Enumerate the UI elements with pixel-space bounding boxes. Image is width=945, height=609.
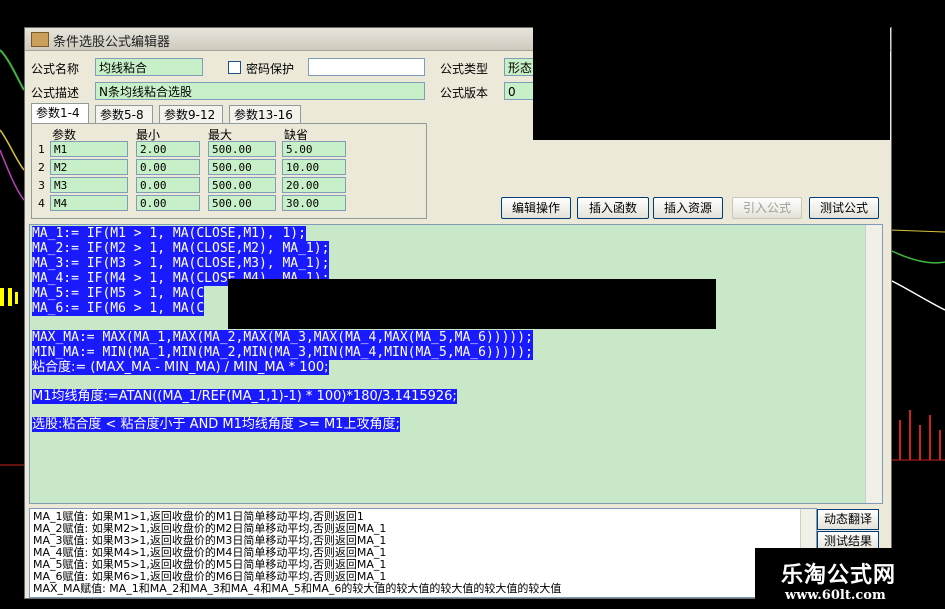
code-line: 粘合度:= (MAX_MA - MIN_MA) / MIN_MA * 100; xyxy=(32,360,329,375)
param-min-field[interactable]: 2.00 xyxy=(136,141,200,157)
code-line: MIN_MA:= MIN(MA_1,MIN(MA_2,MIN(MA_3,MIN(… xyxy=(32,345,533,360)
formula-type-label: 公式类型 xyxy=(440,62,489,76)
param-default-field[interactable]: 30.00 xyxy=(282,195,346,211)
tab-params-5-8[interactable]: 参数5-8 xyxy=(95,105,153,124)
tab-params-13-16[interactable]: 参数13-16 xyxy=(229,105,301,124)
formula-name-input[interactable]: 均线粘合 xyxy=(95,58,203,76)
insert-resource-button[interactable]: 插入资源 xyxy=(653,197,723,219)
formula-code-editor[interactable]: MA_1:= IF(M1 > 1, MA(CLOSE,M1), 1); MA_2… xyxy=(29,224,883,504)
edit-ops-button[interactable]: 编辑操作 xyxy=(501,197,571,219)
formula-version-input[interactable]: 0 xyxy=(504,82,534,100)
row-number: 2 xyxy=(38,161,45,174)
param-default-field[interactable]: 10.00 xyxy=(282,159,346,175)
editor-vertical-scrollbar[interactable] xyxy=(865,225,882,503)
watermark-url: www.60lt.com xyxy=(785,588,886,603)
row-number: 4 xyxy=(38,197,45,210)
volume-bars-right xyxy=(890,410,945,461)
formula-name-label: 公式名称 xyxy=(31,62,80,76)
tab-params-1-4[interactable]: 参数1-4 xyxy=(31,103,89,124)
code-line: MA_2:= IF(M2 > 1, MA(CLOSE,M2), MA_1); xyxy=(32,241,330,256)
tab-params-9-12[interactable]: 参数9-12 xyxy=(159,105,223,124)
formula-type-select[interactable]: 形态 xyxy=(504,58,534,76)
occluded-region xyxy=(533,27,890,140)
param-min-field[interactable]: 0.00 xyxy=(136,177,200,193)
formula-description-box: MA_1赋值: 如果M1>1,返回收盘价的M1日简单移动平均,否则返回1 MA_… xyxy=(29,508,817,598)
code-line: 选股:粘合度 < 粘合度小于 AND M1均线角度 >= M1上攻角度; xyxy=(32,417,400,432)
param-max-field[interactable]: 500.00 xyxy=(208,141,276,157)
formula-version-label: 公式版本 xyxy=(440,86,489,100)
watermark-title: 乐淘公式网 xyxy=(781,562,897,588)
formula-desc-label: 公式描述 xyxy=(31,86,80,100)
code-line: MA_5:= IF(M5 > 1, MA(C xyxy=(32,286,205,301)
password-input[interactable] xyxy=(308,58,425,76)
code-line: MAX_MA:= MAX(MA_1,MAX(MA_2,MAX(MA_3,MAX(… xyxy=(32,330,533,345)
row-number: 3 xyxy=(38,179,45,192)
insert-function-button[interactable]: 插入函数 xyxy=(577,197,649,219)
password-label: 密码保护 xyxy=(246,62,295,76)
param-name-field[interactable]: M4 xyxy=(50,195,128,211)
param-name-field[interactable]: M2 xyxy=(50,159,128,175)
code-line: MA_1:= IF(M1 > 1, MA(CLOSE,M1), 1); xyxy=(32,226,306,241)
code-line: MA_6:= IF(M6 > 1, MA(C xyxy=(32,301,205,316)
code-line: M1均线角度:=ATAN((MA_1/REF(MA_1,1)-1) * 100)… xyxy=(32,389,457,404)
dynamic-translate-button[interactable]: 动态翻译 xyxy=(817,509,879,530)
import-formula-button[interactable]: 引入公式 xyxy=(732,197,802,219)
row-number: 1 xyxy=(38,143,45,156)
window-title: 条件选股公式编辑器 xyxy=(53,35,171,50)
redaction-block xyxy=(228,279,716,329)
param-default-field[interactable]: 5.00 xyxy=(282,141,346,157)
code-line: MA_3:= IF(M3 > 1, MA(CLOSE,M3), MA_1); xyxy=(32,256,330,271)
desc-line: MAX_MA赋值: MA_1和MA_2和MA_3和MA_4和MA_5和MA_6的… xyxy=(33,582,562,595)
param-max-field[interactable]: 500.00 xyxy=(208,159,276,175)
param-min-field[interactable]: 0.00 xyxy=(136,195,200,211)
param-max-field[interactable]: 500.00 xyxy=(208,195,276,211)
param-default-field[interactable]: 20.00 xyxy=(282,177,346,193)
param-name-field[interactable]: M1 xyxy=(50,141,128,157)
formula-desc-input[interactable]: N条均线粘合选股 xyxy=(95,82,425,100)
param-max-field[interactable]: 500.00 xyxy=(208,177,276,193)
volume-bars-left xyxy=(0,288,24,466)
param-name-field[interactable]: M3 xyxy=(50,177,128,193)
site-watermark: 乐淘公式网 www.60lt.com xyxy=(755,548,945,609)
password-checkbox[interactable] xyxy=(228,61,241,74)
app-icon xyxy=(31,32,49,47)
param-grid: 参数 最小 最大 缺省 1 M1 2.00 500.00 5.00 2 M2 0… xyxy=(31,123,427,219)
test-formula-button[interactable]: 测试公式 xyxy=(809,197,879,219)
param-min-field[interactable]: 0.00 xyxy=(136,159,200,175)
